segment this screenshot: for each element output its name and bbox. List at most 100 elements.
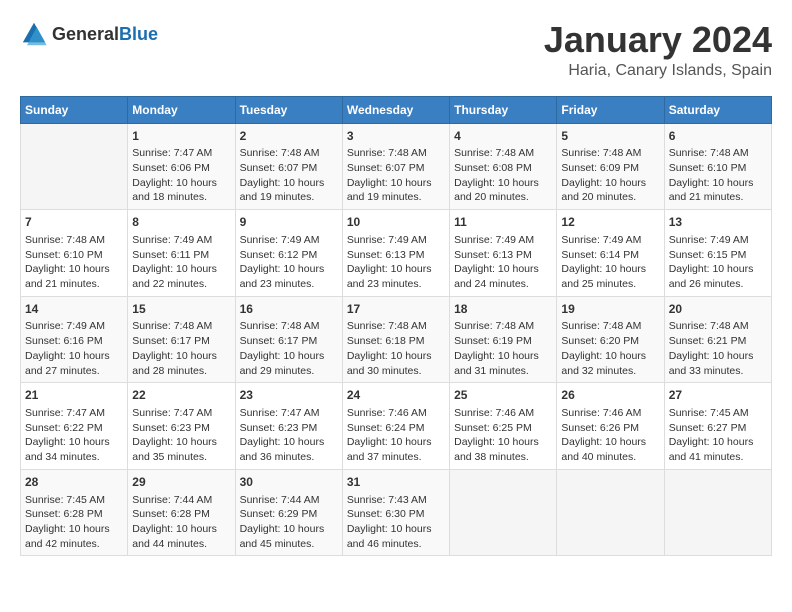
day-info: Sunset: 6:30 PM	[347, 507, 445, 522]
day-number: 7	[25, 214, 123, 231]
day-info: Sunset: 6:21 PM	[669, 334, 767, 349]
day-info: Daylight: 10 hours	[347, 522, 445, 537]
weekday-header-monday: Monday	[128, 96, 235, 123]
day-info: Sunrise: 7:46 AM	[454, 406, 552, 421]
day-info: Sunset: 6:17 PM	[132, 334, 230, 349]
logo-icon	[20, 20, 48, 48]
day-info: and 45 minutes.	[240, 537, 338, 552]
calendar-cell: 5Sunrise: 7:48 AMSunset: 6:09 PMDaylight…	[557, 123, 664, 210]
day-info: Daylight: 10 hours	[561, 262, 659, 277]
day-info: Daylight: 10 hours	[240, 349, 338, 364]
day-info: Sunset: 6:14 PM	[561, 248, 659, 263]
day-info: and 20 minutes.	[561, 190, 659, 205]
day-number: 10	[347, 214, 445, 231]
calendar-cell: 8Sunrise: 7:49 AMSunset: 6:11 PMDaylight…	[128, 210, 235, 297]
day-number: 31	[347, 474, 445, 491]
day-number: 3	[347, 128, 445, 145]
day-info: Sunrise: 7:48 AM	[669, 146, 767, 161]
day-info: and 30 minutes.	[347, 364, 445, 379]
day-number: 20	[669, 301, 767, 318]
day-info: and 44 minutes.	[132, 537, 230, 552]
day-number: 11	[454, 214, 552, 231]
day-info: Sunset: 6:28 PM	[25, 507, 123, 522]
day-info: and 28 minutes.	[132, 364, 230, 379]
day-info: Sunset: 6:28 PM	[132, 507, 230, 522]
calendar-cell: 18Sunrise: 7:48 AMSunset: 6:19 PMDayligh…	[450, 296, 557, 383]
day-info: Sunset: 6:27 PM	[669, 421, 767, 436]
calendar-cell: 19Sunrise: 7:48 AMSunset: 6:20 PMDayligh…	[557, 296, 664, 383]
calendar-header: SundayMondayTuesdayWednesdayThursdayFrid…	[21, 96, 772, 123]
day-info: and 32 minutes.	[561, 364, 659, 379]
calendar-cell: 2Sunrise: 7:48 AMSunset: 6:07 PMDaylight…	[235, 123, 342, 210]
day-info: Sunrise: 7:45 AM	[25, 493, 123, 508]
calendar-week-1: 1Sunrise: 7:47 AMSunset: 6:06 PMDaylight…	[21, 123, 772, 210]
day-info: and 19 minutes.	[240, 190, 338, 205]
day-number: 2	[240, 128, 338, 145]
day-info: Sunrise: 7:48 AM	[347, 146, 445, 161]
calendar-title: January 2024	[544, 20, 772, 60]
logo: GeneralBlue	[20, 20, 158, 48]
day-info: Daylight: 10 hours	[347, 435, 445, 450]
day-info: Daylight: 10 hours	[25, 349, 123, 364]
day-info: Daylight: 10 hours	[669, 262, 767, 277]
calendar-cell: 14Sunrise: 7:49 AMSunset: 6:16 PMDayligh…	[21, 296, 128, 383]
calendar-cell: 9Sunrise: 7:49 AMSunset: 6:12 PMDaylight…	[235, 210, 342, 297]
day-info: Sunrise: 7:48 AM	[561, 146, 659, 161]
day-info: Sunset: 6:23 PM	[240, 421, 338, 436]
day-info: Sunset: 6:06 PM	[132, 161, 230, 176]
day-info: Sunset: 6:23 PM	[132, 421, 230, 436]
calendar-cell: 13Sunrise: 7:49 AMSunset: 6:15 PMDayligh…	[664, 210, 771, 297]
day-info: Daylight: 10 hours	[132, 435, 230, 450]
day-info: Sunrise: 7:48 AM	[132, 319, 230, 334]
day-info: Sunrise: 7:47 AM	[132, 406, 230, 421]
day-info: Sunset: 6:25 PM	[454, 421, 552, 436]
day-info: and 31 minutes.	[454, 364, 552, 379]
day-info: and 36 minutes.	[240, 450, 338, 465]
calendar-cell: 30Sunrise: 7:44 AMSunset: 6:29 PMDayligh…	[235, 469, 342, 556]
day-info: Daylight: 10 hours	[347, 176, 445, 191]
day-info: Daylight: 10 hours	[347, 262, 445, 277]
day-number: 4	[454, 128, 552, 145]
page-header: GeneralBlue January 2024 Haria, Canary I…	[20, 20, 772, 80]
day-info: Sunset: 6:10 PM	[25, 248, 123, 263]
day-number: 19	[561, 301, 659, 318]
day-info: Sunrise: 7:48 AM	[347, 319, 445, 334]
weekday-row: SundayMondayTuesdayWednesdayThursdayFrid…	[21, 96, 772, 123]
day-info: Daylight: 10 hours	[561, 176, 659, 191]
calendar-cell	[557, 469, 664, 556]
day-info: Daylight: 10 hours	[25, 522, 123, 537]
day-number: 22	[132, 387, 230, 404]
day-info: and 40 minutes.	[561, 450, 659, 465]
day-number: 28	[25, 474, 123, 491]
day-info: Daylight: 10 hours	[454, 349, 552, 364]
day-info: Daylight: 10 hours	[132, 522, 230, 537]
day-info: and 26 minutes.	[669, 277, 767, 292]
day-info: and 35 minutes.	[132, 450, 230, 465]
day-info: Sunrise: 7:43 AM	[347, 493, 445, 508]
day-number: 18	[454, 301, 552, 318]
calendar-cell: 6Sunrise: 7:48 AMSunset: 6:10 PMDaylight…	[664, 123, 771, 210]
day-info: Sunset: 6:07 PM	[347, 161, 445, 176]
day-info: Sunrise: 7:48 AM	[669, 319, 767, 334]
calendar-cell: 4Sunrise: 7:48 AMSunset: 6:08 PMDaylight…	[450, 123, 557, 210]
day-info: Daylight: 10 hours	[347, 349, 445, 364]
day-info: Sunset: 6:20 PM	[561, 334, 659, 349]
calendar-cell: 11Sunrise: 7:49 AMSunset: 6:13 PMDayligh…	[450, 210, 557, 297]
calendar-cell: 24Sunrise: 7:46 AMSunset: 6:24 PMDayligh…	[342, 383, 449, 470]
day-info: Sunset: 6:29 PM	[240, 507, 338, 522]
day-info: Sunset: 6:13 PM	[347, 248, 445, 263]
day-info: Sunset: 6:15 PM	[669, 248, 767, 263]
day-info: Sunrise: 7:46 AM	[561, 406, 659, 421]
calendar-cell	[21, 123, 128, 210]
day-number: 9	[240, 214, 338, 231]
day-number: 25	[454, 387, 552, 404]
day-info: Daylight: 10 hours	[132, 349, 230, 364]
calendar-week-2: 7Sunrise: 7:48 AMSunset: 6:10 PMDaylight…	[21, 210, 772, 297]
day-info: Sunset: 6:09 PM	[561, 161, 659, 176]
weekday-header-friday: Friday	[557, 96, 664, 123]
calendar-cell	[664, 469, 771, 556]
day-info: Daylight: 10 hours	[669, 435, 767, 450]
day-number: 13	[669, 214, 767, 231]
day-number: 24	[347, 387, 445, 404]
day-info: Sunset: 6:07 PM	[240, 161, 338, 176]
